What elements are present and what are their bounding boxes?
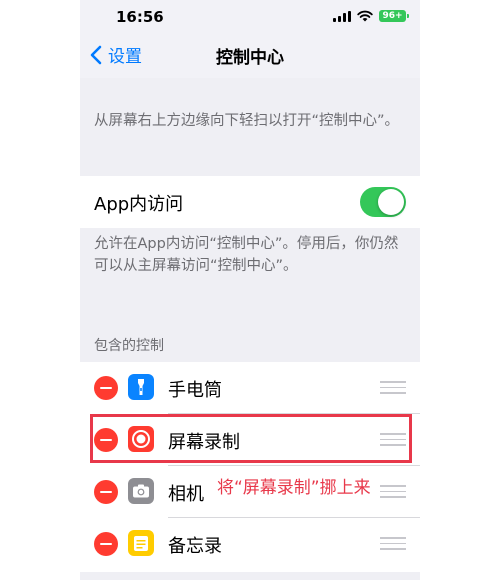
toggle-knob <box>378 189 404 215</box>
notes-icon <box>128 530 154 556</box>
section-header: 包含的控制 <box>94 338 164 354</box>
description-top: 从屏幕右上方边缘向下轻扫以打开“控制中心”。 <box>94 113 400 129</box>
app-access-cell: App内访问 <box>80 176 420 228</box>
reorder-handle-icon[interactable] <box>380 381 406 394</box>
reorder-handle-icon[interactable] <box>380 485 406 498</box>
control-label: 手电筒 <box>168 380 222 401</box>
remove-button[interactable] <box>94 532 118 556</box>
camera-icon <box>128 478 154 504</box>
status-bar: 16:56 96+ <box>80 0 420 34</box>
remove-button[interactable] <box>94 376 118 400</box>
control-label: 备忘录 <box>168 536 222 557</box>
status-icons: 96+ <box>333 10 409 22</box>
control-row-flashlight: 手电筒 <box>80 362 420 414</box>
navigation-bar: 设置 控制中心 <box>80 34 420 78</box>
page-title: 控制中心 <box>216 48 284 68</box>
status-time: 16:56 <box>116 8 164 26</box>
included-controls-list: 手电筒 屏幕录制 相机 备忘录 <box>80 362 420 572</box>
description-access: 允许在App内访问“控制中心”。停用后，你仍然可以从主屏幕访问“控制中心”。 <box>94 236 399 274</box>
annotation-highlight-box <box>90 414 412 463</box>
annotation-text: 将“屏幕录制”挪上来 <box>217 478 371 498</box>
flashlight-icon <box>128 374 154 400</box>
app-access-toggle[interactable] <box>360 187 406 217</box>
cellular-signal-icon <box>333 10 351 22</box>
battery-icon: 96+ <box>379 10 409 22</box>
control-row-notes: 备忘录 <box>80 518 420 570</box>
remove-button[interactable] <box>94 480 118 504</box>
control-label: 相机 <box>168 484 204 505</box>
app-access-label: App内访问 <box>94 194 184 215</box>
wifi-icon <box>357 10 373 22</box>
bottom-background <box>80 572 420 580</box>
reorder-handle-icon[interactable] <box>380 537 406 550</box>
